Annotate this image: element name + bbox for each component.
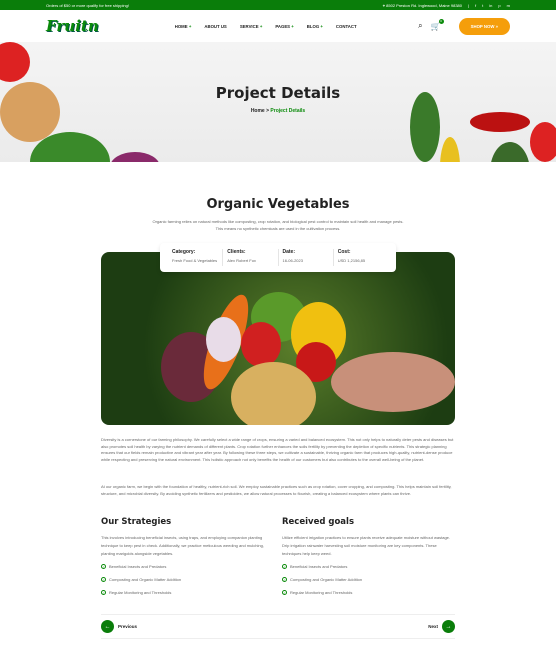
nav-service[interactable]: SERVICE + — [240, 24, 263, 29]
main-nav: HOME + ABOUT US SERVICE + PAGES + BLOG +… — [175, 24, 357, 29]
project-info-card: Category: Fresh Food & Vegetables Clients… — [160, 243, 396, 272]
check-icon: ✓ — [282, 577, 287, 582]
page-hero: Project Details Home > Project Details — [0, 42, 556, 162]
list-item: ✓ Beneficial Insects and Predators — [101, 564, 167, 569]
list-item: ✓ Beneficial Insects and Predators — [282, 564, 348, 569]
goals-section: Received goals Utilize efficient irrigat… — [282, 517, 457, 603]
info-category: Category: Fresh Food & Vegetables — [168, 249, 224, 266]
top-bar: Orders of $50 or more qualify for free s… — [0, 0, 556, 10]
info-client: Clients: Alex Robert Fox — [223, 249, 279, 266]
description-paragraph: Diversity is a cornerstone of our farmin… — [101, 437, 454, 462]
address-text: ⌖ 8502 Preston Rd. Inglewood, Maine 9838… — [382, 2, 462, 8]
arrow-left-icon: ← — [101, 620, 114, 633]
project-intro: Organic farming relies on natural method… — [152, 219, 404, 231]
project-title: Organic Vegetables — [206, 197, 350, 212]
search-icon[interactable]: ⌕ — [418, 21, 422, 31]
strategies-section: Our Strategies This involves introducing… — [101, 517, 276, 603]
cart-icon[interactable]: 🛒 0 — [431, 18, 444, 31]
breadcrumb-current: Project Details — [270, 108, 306, 114]
page-title: Project Details — [215, 84, 341, 102]
logo[interactable]: Fruitn — [46, 17, 99, 35]
check-icon: ✓ — [101, 590, 106, 595]
nav-home[interactable]: HOME + — [175, 24, 192, 29]
list-item: ✓ Regular Monitoring and Thresholds — [282, 590, 353, 595]
info-cost: Cost: USD 1,2156,85 — [337, 249, 366, 263]
promo-text: Orders of $50 or more qualify for free s… — [46, 2, 129, 8]
nav-contact[interactable]: CONTACT — [336, 24, 357, 29]
info-date: Date: 16-06-2023 — [279, 249, 334, 266]
project-pagination: ← Previous Next → — [101, 614, 455, 639]
mail-icon[interactable]: m — [507, 3, 510, 8]
nav-about[interactable]: ABOUT US — [204, 24, 226, 29]
header: Fruitn HOME + ABOUT US SERVICE + PAGES +… — [0, 10, 556, 42]
check-icon: ✓ — [101, 564, 106, 569]
previous-button[interactable]: ← Previous — [101, 620, 137, 633]
nav-pages[interactable]: PAGES + — [275, 24, 293, 29]
arrow-right-icon: → — [442, 620, 455, 633]
project-image — [101, 252, 455, 425]
check-icon: ✓ — [101, 577, 106, 582]
twitter-icon[interactable]: t — [482, 3, 483, 8]
check-icon: ✓ — [282, 564, 287, 569]
list-item: ✓ Composting and Organic Matter Addition — [282, 577, 363, 582]
breadcrumb: Home > Project Details — [250, 108, 306, 114]
facebook-icon[interactable]: f — [475, 3, 476, 8]
linkedin-icon[interactable]: in — [489, 3, 492, 8]
shop-now-button[interactable]: SHOP NOW » — [458, 17, 510, 35]
next-button[interactable]: Next → — [428, 620, 455, 633]
list-item: ✓ Regular Monitoring and Thresholds — [101, 590, 172, 595]
pinterest-icon[interactable]: p — [498, 3, 500, 8]
list-item: ✓ Composting and Organic Matter Addition — [101, 577, 182, 582]
breadcrumb-home[interactable]: Home — [251, 108, 265, 114]
description-paragraph: At our organic farm, we begin with the f… — [101, 484, 452, 496]
check-icon: ✓ — [282, 590, 287, 595]
nav-blog[interactable]: BLOG + — [307, 24, 323, 29]
